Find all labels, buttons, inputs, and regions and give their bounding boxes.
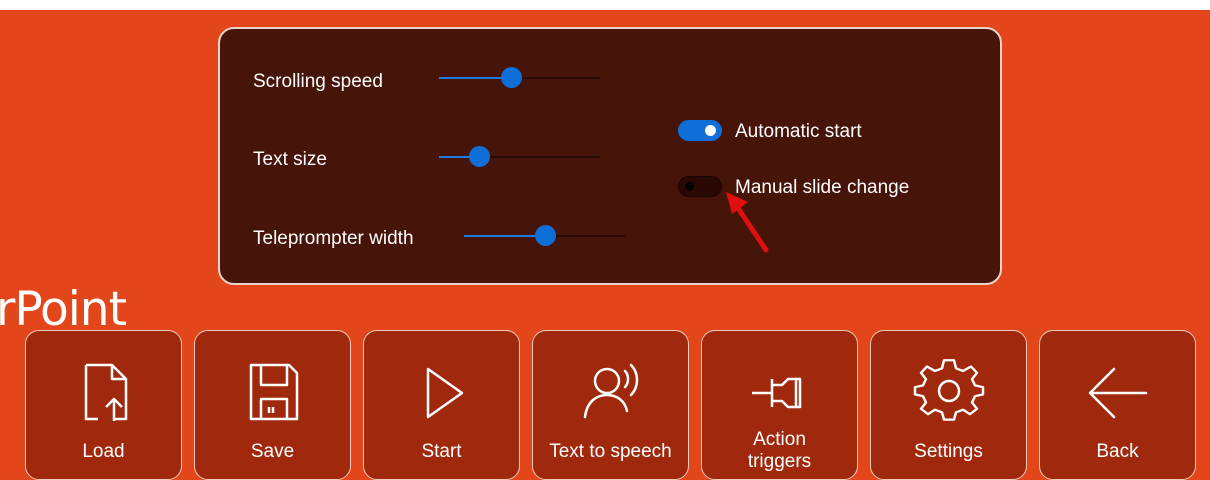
back-button[interactable]: Back: [1039, 330, 1196, 480]
speaker-person-icon: [533, 357, 688, 429]
scrolling-speed-label: Scrolling speed: [253, 71, 383, 92]
back-arrow-icon: [1040, 357, 1195, 429]
start-button[interactable]: Start: [363, 330, 520, 480]
pushpin-icon: [702, 357, 857, 429]
annotation-arrow-icon: [726, 192, 769, 253]
text-size-slider[interactable]: [439, 146, 600, 167]
save-label: Save: [250, 441, 295, 462]
gear-icon: [871, 357, 1026, 429]
load-file-icon: [26, 357, 181, 429]
top-strip: [0, 0, 1210, 10]
manual-slide-change-toggle[interactable]: [678, 176, 722, 197]
automatic-start-label: Automatic start: [735, 121, 862, 142]
slider-thumb[interactable]: [469, 146, 491, 167]
load-label: Load: [82, 441, 125, 462]
back-label: Back: [1096, 441, 1139, 462]
text-size-label: Text size: [253, 149, 327, 170]
save-disk-icon: [195, 357, 350, 429]
background-slide-title: rPoint: [0, 282, 127, 337]
settings-panel: Scrolling speed Text size Teleprompter w…: [218, 27, 1002, 285]
scrolling-speed-slider[interactable]: [439, 67, 600, 88]
load-button[interactable]: Load: [25, 330, 182, 480]
toggle-knob: [685, 181, 694, 191]
save-button[interactable]: Save: [194, 330, 351, 480]
teleprompter-width-label: Teleprompter width: [253, 228, 414, 249]
automatic-start-toggle[interactable]: [678, 120, 722, 141]
slider-thumb[interactable]: [534, 225, 556, 246]
text-to-speech-button[interactable]: Text to speech: [532, 330, 689, 480]
start-label: Start: [421, 441, 462, 462]
action-triggers-button[interactable]: Action triggers: [701, 330, 858, 480]
action-triggers-label-line2: triggers: [747, 451, 812, 472]
text-to-speech-label: Text to speech: [549, 441, 672, 462]
play-icon: [364, 357, 519, 429]
settings-button[interactable]: Settings: [870, 330, 1027, 480]
toggle-knob: [705, 125, 716, 136]
slider-thumb[interactable]: [501, 67, 523, 88]
slider-fill: [464, 235, 545, 237]
settings-label: Settings: [914, 441, 983, 462]
teleprompter-width-slider[interactable]: [464, 225, 625, 246]
action-triggers-label-line1: Action: [753, 429, 806, 450]
